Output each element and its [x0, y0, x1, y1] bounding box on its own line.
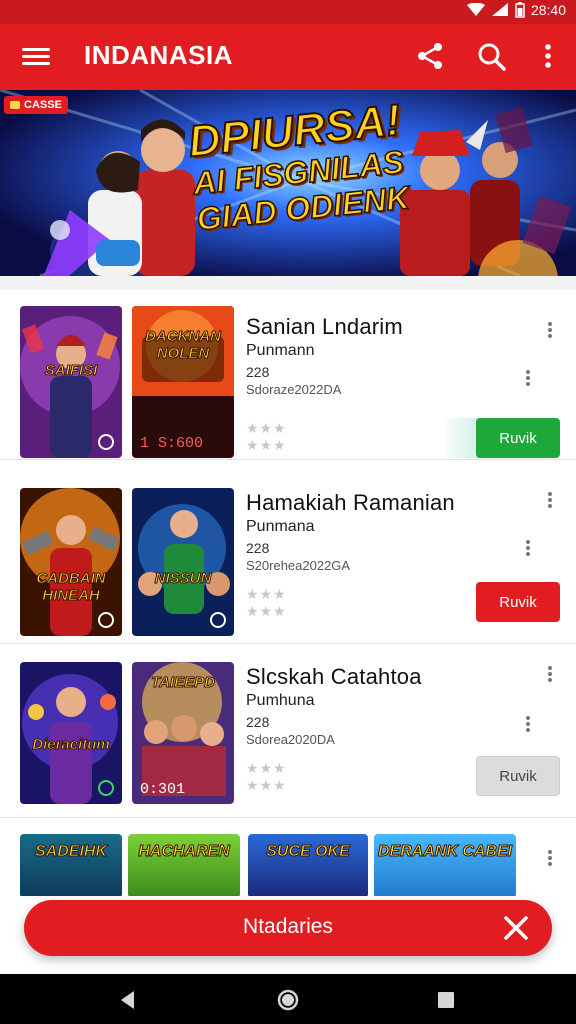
thumbnail[interactable]: SUCE OKE [248, 834, 368, 896]
thumbnail[interactable]: SADEIHK [20, 834, 122, 896]
back-icon[interactable] [116, 988, 140, 1012]
item-menu-icon[interactable] [546, 848, 554, 868]
menu-icon[interactable] [22, 44, 50, 68]
thumbnail[interactable]: HACHAREN [128, 834, 240, 896]
item-more-icon[interactable] [524, 538, 532, 558]
thumbnail-title: NISSUN [154, 570, 212, 588]
item-number: 228 [246, 364, 270, 380]
item-info: Hamakiah Ramanian Punmana 228 S20rehea20… [246, 490, 526, 573]
item-number: 228 [246, 540, 270, 556]
recents-icon[interactable] [434, 988, 458, 1012]
thumbnail[interactable]: DACKNAN NOLEN 1 S:600 [132, 306, 234, 458]
thumbnail[interactable]: NISSUN [132, 488, 234, 636]
item-more-icon[interactable] [524, 368, 532, 388]
share-icon[interactable] [414, 40, 446, 72]
thumbnail-title: DACKNAN NOLEN [145, 328, 222, 363]
wifi-icon [466, 3, 485, 16]
thumbnail[interactable]: TAIEEPD 0:301 [132, 662, 234, 804]
thumbnail-count: 0:301 [140, 781, 186, 798]
app-bar: INDANASIA [0, 24, 576, 90]
status-time: 28:40 [530, 2, 566, 18]
list-item[interactable]: Dieracitum TAIEEPD 0:301 Slcskah Catahto… [0, 648, 576, 818]
thumbnail-title: TAIEEPD [151, 674, 216, 692]
thumbnail-count: 1 S:600 [140, 435, 204, 452]
item-menu-icon[interactable] [546, 320, 554, 340]
rating-stars: ★★★ ★★★ [246, 420, 287, 453]
rating-stars: ★★★ ★★★ [246, 586, 287, 619]
action-button[interactable]: Ruvik [476, 418, 560, 458]
thumbnail-title: DERAANK CABEI [377, 843, 513, 860]
item-subtitle: Punmana [246, 518, 315, 535]
app-screen: 28:40 INDANASIA CASSE DPIURSA! AI FISGNI… [0, 0, 576, 1024]
item-number: 228 [246, 714, 270, 730]
thumbnail[interactable]: DERAANK CABEI [374, 834, 516, 896]
system-nav-bar [0, 974, 576, 1024]
home-icon[interactable] [276, 988, 300, 1012]
list-item-partial[interactable]: SADEIHK HACHAREN SUCE OKE DERAANK CABEI [0, 820, 576, 896]
badge-icon [10, 101, 20, 109]
app-title: INDANASIA [84, 40, 233, 70]
item-date: S20rehea2022GA [246, 558, 351, 573]
action-button[interactable]: Ruvik [476, 582, 560, 622]
item-menu-icon[interactable] [546, 490, 554, 510]
item-subtitle: Punmann [246, 342, 315, 359]
section-divider [0, 276, 576, 290]
bottom-action-bar[interactable]: Ntadaries [24, 900, 552, 956]
more-vert-icon[interactable] [532, 40, 564, 72]
item-name: Sanian Lndarim [246, 314, 403, 339]
banner-badge-label: CASSE [24, 99, 62, 111]
bottom-bar-label: Ntadaries [243, 915, 333, 938]
list-item[interactable]: SAIFISI DACKNAN NOLEN 1 S:600 Sanian Lnd… [0, 290, 576, 460]
item-more-icon[interactable] [524, 714, 532, 734]
battery-icon [515, 2, 525, 18]
thumbnail-title: Dieracitum [32, 736, 111, 754]
item-menu-icon[interactable] [546, 664, 554, 684]
status-icons: 28:40 [466, 2, 566, 18]
promo-banner[interactable]: CASSE DPIURSA! AI FISGNILAS GIAD ODIENK [0, 90, 576, 276]
close-icon[interactable] [502, 914, 530, 942]
thumbnail[interactable]: Dieracitum [20, 662, 122, 804]
thumbnail-title: SADEIHK [34, 843, 107, 860]
check-icon [210, 612, 226, 628]
thumbnail-title: HACHAREN [138, 843, 231, 860]
status-bar: 28:40 [0, 0, 576, 24]
thumbnail-title: SAIFISI [44, 362, 98, 380]
thumbnail-counter: 1 S:600 [140, 435, 203, 452]
banner-headline: DPIURSA! AI FISGNILAS GIAD ODIENK [185, 95, 417, 238]
item-name: Slcskah Catahtoa [246, 664, 422, 689]
item-date: Sdorea2020DA [246, 732, 335, 747]
thumbnail-title: CADBAIN HINEAH [36, 570, 106, 605]
item-info: Sanian Lndarim Punmann 228 Sdoraze2022DA [246, 314, 526, 397]
item-subtitle: Pumhuna [246, 692, 315, 709]
thumbnail[interactable]: CADBAIN HINEAH [20, 488, 122, 636]
item-name: Hamakiah Ramanian [246, 490, 455, 515]
action-button[interactable]: Ruvik [476, 756, 560, 796]
item-date: Sdoraze2022DA [246, 382, 342, 397]
check-icon [98, 612, 114, 628]
search-icon[interactable] [475, 40, 507, 72]
thumbnail-title: SUCE OKE [266, 843, 351, 860]
rating-stars: ★★★ ★★★ [246, 760, 287, 793]
item-info: Slcskah Catahtoa Pumhuna 228 Sdorea2020D… [246, 664, 526, 747]
signal-icon [491, 3, 508, 16]
check-icon [98, 434, 114, 450]
list-item[interactable]: CADBAIN HINEAH NISSUN Hamakiah Ramanian … [0, 474, 576, 644]
banner-badge: CASSE [4, 96, 68, 114]
check-icon [98, 780, 114, 796]
thumbnail[interactable]: SAIFISI [20, 306, 122, 458]
